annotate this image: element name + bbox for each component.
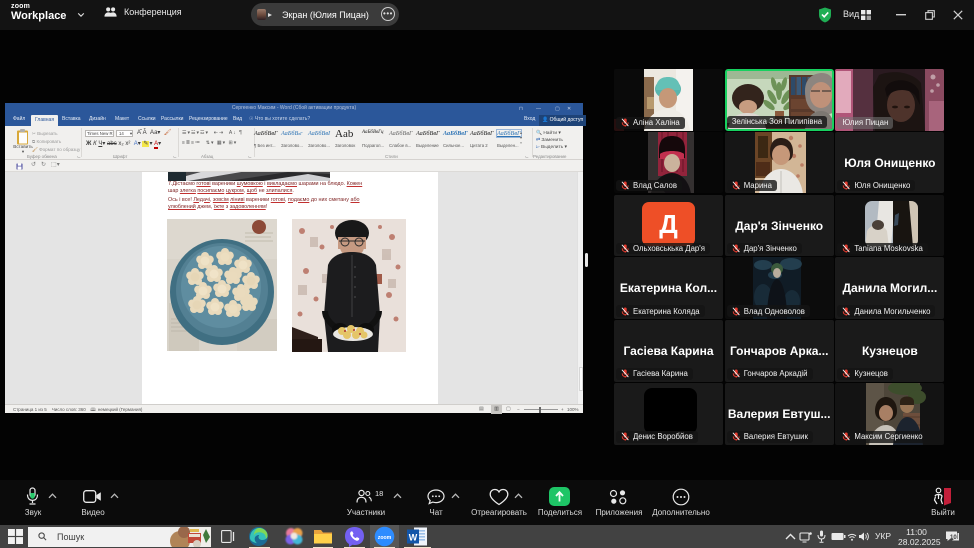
svg-text:W: W — [409, 533, 418, 543]
svg-text:zoom: zoom — [378, 535, 392, 541]
